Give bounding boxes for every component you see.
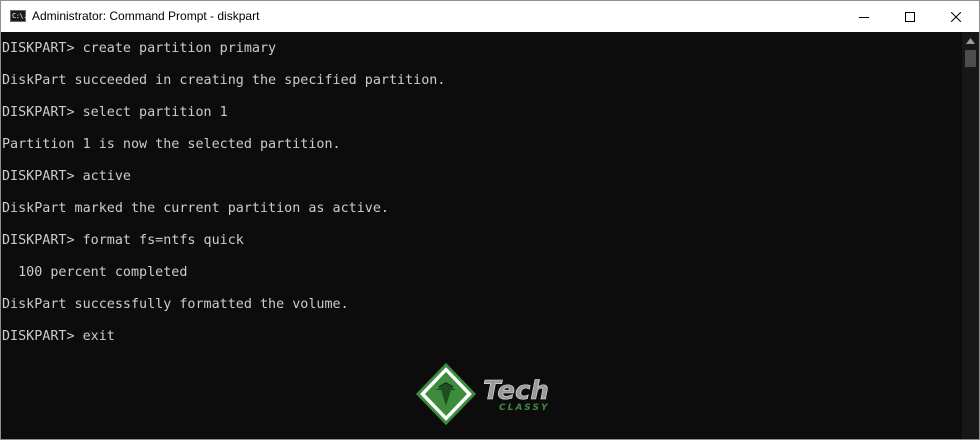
- minimize-button[interactable]: [841, 1, 887, 32]
- console-line: DISKPART> active: [2, 169, 131, 184]
- watermark-tagline-text: CLASSY: [499, 403, 549, 413]
- console-line: 100 percent completed: [2, 265, 188, 280]
- console-line: DiskPart succeeded in creating the speci…: [2, 73, 446, 88]
- window-title: Administrator: Command Prompt - diskpart: [32, 9, 260, 23]
- scroll-up-arrow-icon: [966, 37, 975, 44]
- techclassy-watermark: Tech CLASSY: [415, 363, 549, 425]
- cmd-icon-glyph: C:\.: [12, 12, 27, 20]
- console-line: DISKPART> create partition primary: [2, 41, 277, 56]
- console-line: DISKPART> select partition 1: [2, 105, 228, 120]
- minimize-icon: [859, 16, 869, 18]
- close-icon: [951, 11, 961, 22]
- maximize-icon: [905, 11, 915, 22]
- console-lines: DISKPART> create partition primary DiskPa…: [2, 41, 445, 361]
- vertical-scrollbar[interactable]: [962, 32, 979, 439]
- title-bar[interactable]: C:\. Administrator: Command Prompt - dis…: [1, 1, 979, 32]
- close-button[interactable]: [933, 1, 979, 32]
- watermark-brand-text: Tech: [483, 376, 549, 406]
- command-prompt-window: C:\. Administrator: Command Prompt - dis…: [0, 0, 980, 440]
- console-line: DISKPART> format fs=ntfs quick: [2, 233, 244, 248]
- console-line: Partition 1 is now the selected partitio…: [2, 137, 341, 152]
- scroll-up-button[interactable]: [962, 32, 979, 49]
- console-line: DiskPart successfully formatted the volu…: [2, 297, 349, 312]
- console-line: DiskPart marked the current partition as…: [2, 201, 389, 216]
- scrollbar-thumb[interactable]: [965, 50, 976, 67]
- watermark-logo-icon: [415, 363, 477, 425]
- maximize-button[interactable]: [887, 1, 933, 32]
- cmd-app-icon[interactable]: C:\.: [10, 10, 27, 22]
- console-line: DISKPART> exit: [2, 329, 115, 344]
